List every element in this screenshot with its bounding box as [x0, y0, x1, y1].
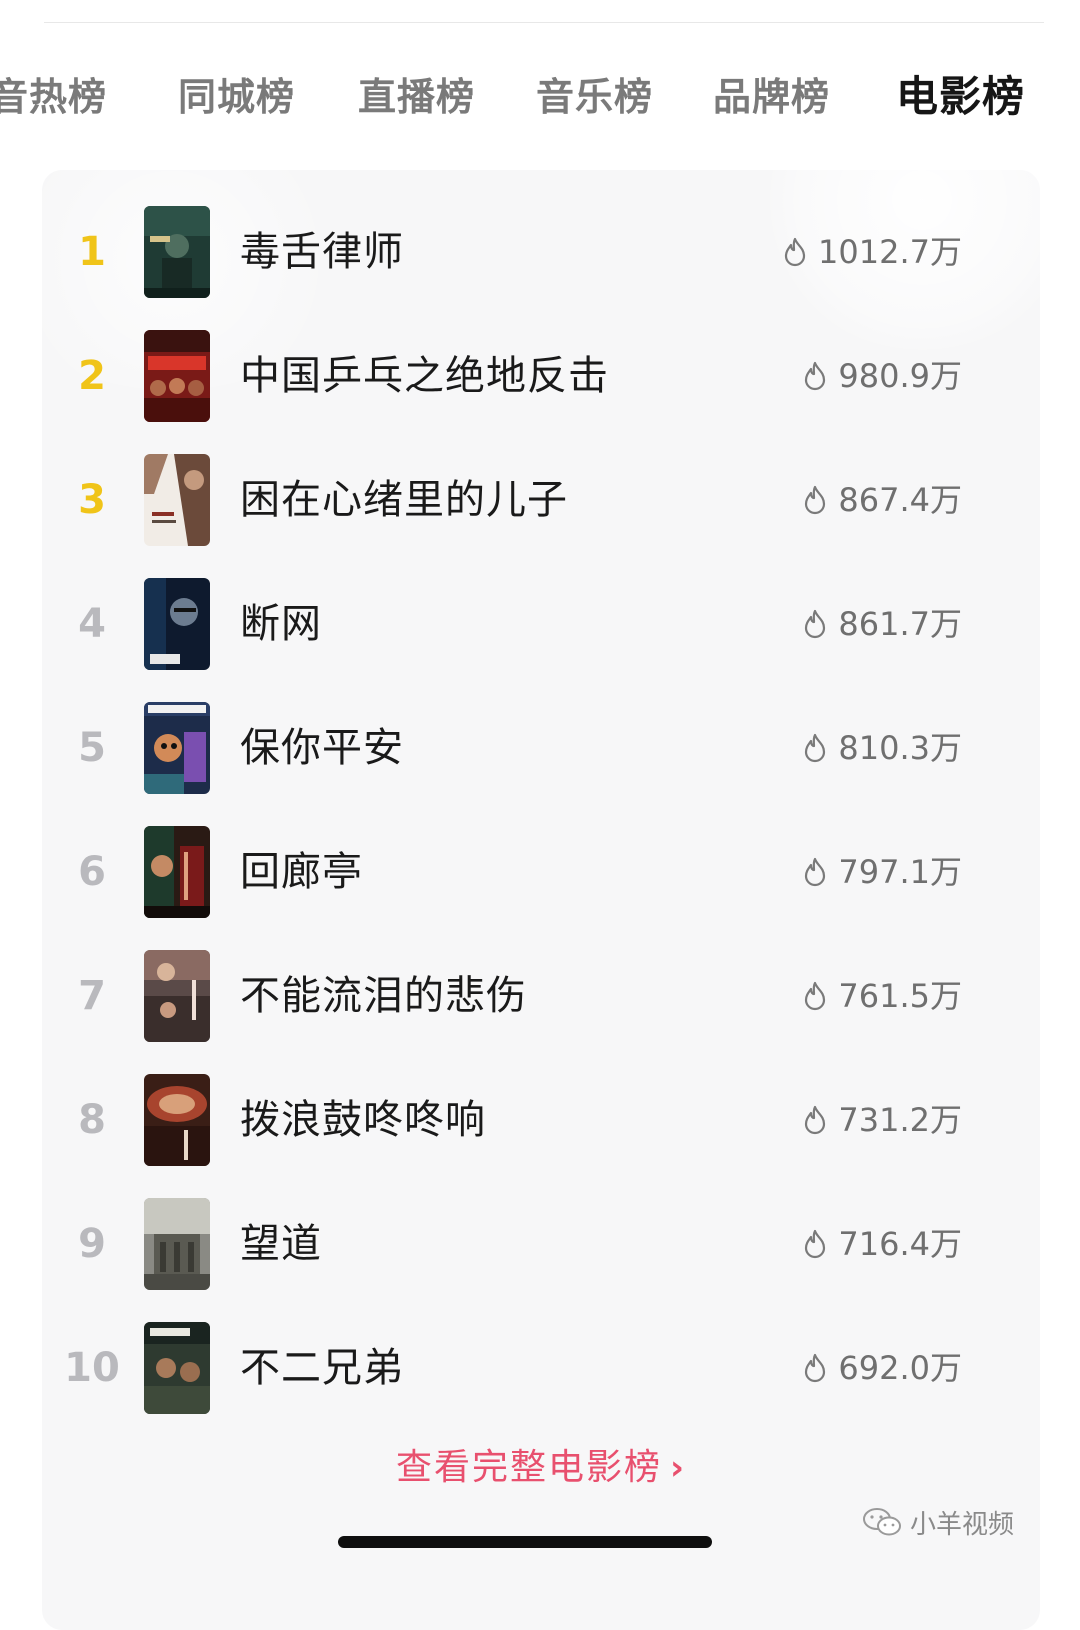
- heat-text: 716.4万: [838, 1225, 962, 1263]
- heat-value: 797.1万: [802, 820, 962, 924]
- movie-poster[interactable]: [144, 702, 210, 794]
- heat-value: 1012.7万: [782, 200, 962, 304]
- movie-title[interactable]: 拨浪鼓咚咚响: [240, 1068, 486, 1172]
- watermark: 小羊视频: [862, 1502, 1014, 1542]
- rank-number: 7: [78, 973, 106, 1019]
- tab-city[interactable]: 同城榜: [178, 62, 295, 132]
- ranking-row[interactable]: 5 保你平安 810.3万: [42, 696, 1040, 820]
- poster-image: [144, 702, 210, 794]
- heat-value: 761.5万: [802, 944, 962, 1048]
- watermark-text: 小羊视频: [910, 1509, 1015, 1540]
- poster-image: [144, 454, 210, 546]
- movie-title[interactable]: 断网: [240, 572, 322, 676]
- rank-number: 4: [78, 601, 106, 647]
- movie-poster[interactable]: [144, 950, 210, 1042]
- heat-value: 810.3万: [802, 696, 962, 800]
- flame-icon: [802, 981, 828, 1011]
- tab-movie[interactable]: 电影榜: [896, 62, 1025, 132]
- heat-text: 761.5万: [838, 977, 962, 1015]
- see-full-ranking-label: 查看完整电影榜: [395, 1447, 662, 1488]
- heat-value: 731.2万: [802, 1068, 962, 1172]
- ranking-row[interactable]: 6 回廊亭 797.1万: [42, 820, 1040, 944]
- home-indicator[interactable]: [338, 1536, 712, 1548]
- heat-text: 731.2万: [838, 1101, 962, 1139]
- poster-image: [144, 826, 210, 918]
- ranking-tabs: 音热榜 同城榜 直播榜 音乐榜 品牌榜 电影榜: [0, 62, 1080, 132]
- movie-poster[interactable]: [144, 330, 210, 422]
- movie-title[interactable]: 中国乒乓之绝地反击: [240, 324, 609, 428]
- heat-text: 861.7万: [838, 605, 962, 643]
- flame-icon: [802, 733, 828, 763]
- rank-number: 10: [64, 1345, 120, 1391]
- heat-text: 692.0万: [838, 1349, 962, 1387]
- movie-title[interactable]: 望道: [240, 1192, 322, 1296]
- heat-text: 1012.7万: [818, 233, 962, 271]
- heat-value: 980.9万: [802, 324, 962, 428]
- ranking-row[interactable]: 9 望道 716.4万: [42, 1192, 1040, 1316]
- chevron-right-icon: ›: [670, 1448, 687, 1488]
- flame-icon: [802, 857, 828, 887]
- rank-number: 8: [78, 1097, 106, 1143]
- movie-poster[interactable]: [144, 826, 210, 918]
- movie-poster[interactable]: [144, 1198, 210, 1290]
- rank-number: 2: [78, 353, 106, 399]
- poster-image: [144, 1198, 210, 1290]
- heat-value: 692.0万: [802, 1316, 962, 1420]
- poster-image: [144, 330, 210, 422]
- movie-title[interactable]: 不能流泪的悲伤: [240, 944, 527, 1048]
- movie-title[interactable]: 不二兄弟: [240, 1316, 404, 1420]
- tab-live[interactable]: 直播榜: [358, 62, 475, 132]
- ranking-row[interactable]: 3 困在心绪里的儿子 867.4万: [42, 448, 1040, 572]
- flame-icon: [802, 1105, 828, 1135]
- see-full-ranking-link[interactable]: 查看完整电影榜 ›: [42, 1438, 1040, 1498]
- ranking-list: 1 毒舌律师 1012.7万 2 中国乒乓之绝地反击 980.9万 3 困在心绪…: [42, 200, 1040, 1440]
- ranking-row[interactable]: 1 毒舌律师 1012.7万: [42, 200, 1040, 324]
- ranking-row[interactable]: 10 不二兄弟 692.0万: [42, 1316, 1040, 1440]
- flame-icon: [802, 1229, 828, 1259]
- ranking-row[interactable]: 7 不能流泪的悲伤 761.5万: [42, 944, 1040, 1068]
- movie-title[interactable]: 保你平安: [240, 696, 404, 800]
- heat-text: 980.9万: [838, 357, 962, 395]
- rank-number: 3: [78, 477, 106, 523]
- heat-value: 867.4万: [802, 448, 962, 552]
- tab-hot[interactable]: 音热榜: [0, 62, 107, 132]
- rank-number: 9: [78, 1221, 106, 1267]
- movie-poster[interactable]: [144, 1074, 210, 1166]
- tab-brand[interactable]: 品牌榜: [713, 62, 830, 132]
- flame-icon: [802, 485, 828, 515]
- poster-image: [144, 206, 210, 298]
- movie-poster[interactable]: [144, 454, 210, 546]
- rank-number: 1: [78, 229, 106, 275]
- flame-icon: [782, 237, 808, 267]
- wechat-icon: [863, 1508, 901, 1536]
- rank-number: 5: [78, 725, 106, 771]
- flame-icon: [802, 1353, 828, 1383]
- flame-icon: [802, 361, 828, 391]
- heat-value: 861.7万: [802, 572, 962, 676]
- flame-icon: [802, 609, 828, 639]
- rank-number: 6: [78, 849, 106, 895]
- movie-title[interactable]: 毒舌律师: [240, 200, 404, 304]
- movie-title[interactable]: 回廊亭: [240, 820, 363, 924]
- tab-music[interactable]: 音乐榜: [536, 62, 653, 132]
- movie-ranking-card: 1 毒舌律师 1012.7万 2 中国乒乓之绝地反击 980.9万 3 困在心绪…: [42, 170, 1040, 1630]
- poster-image: [144, 950, 210, 1042]
- ranking-row[interactable]: 2 中国乒乓之绝地反击 980.9万: [42, 324, 1040, 448]
- heat-text: 797.1万: [838, 853, 962, 891]
- movie-title[interactable]: 困在心绪里的儿子: [240, 448, 568, 552]
- poster-image: [144, 578, 210, 670]
- ranking-row[interactable]: 8 拨浪鼓咚咚响 731.2万: [42, 1068, 1040, 1192]
- movie-poster[interactable]: [144, 578, 210, 670]
- movie-poster[interactable]: [144, 206, 210, 298]
- heat-text: 810.3万: [838, 729, 962, 767]
- top-divider: [44, 22, 1044, 23]
- poster-image: [144, 1074, 210, 1166]
- poster-image: [144, 1322, 210, 1414]
- heat-value: 716.4万: [802, 1192, 962, 1296]
- movie-poster[interactable]: [144, 1322, 210, 1414]
- heat-text: 867.4万: [838, 481, 962, 519]
- ranking-row[interactable]: 4 断网 861.7万: [42, 572, 1040, 696]
